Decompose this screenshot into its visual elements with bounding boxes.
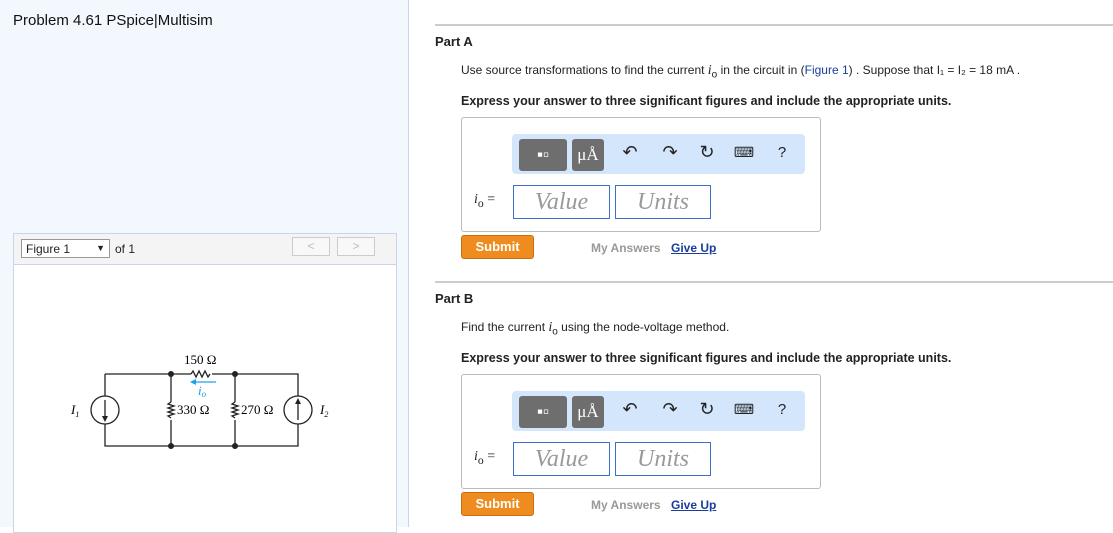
- keyboard-icon[interactable]: ⌨: [732, 144, 756, 161]
- units-input[interactable]: Units: [615, 185, 711, 219]
- label-150: 150 Ω: [184, 352, 216, 367]
- label-i1: I1: [70, 402, 79, 419]
- help-icon[interactable]: ?: [770, 401, 794, 418]
- give-up-link[interactable]: Give Up: [671, 498, 716, 512]
- math-toolbar: ▪▫ μÅ ↶ ↷ ↻ ⌨ ?: [512, 391, 805, 431]
- answer-label: io =: [474, 449, 496, 467]
- divider: [435, 24, 1113, 26]
- value-input[interactable]: Value: [513, 442, 610, 476]
- part-b-question: Find the current io using the node-volta…: [461, 320, 730, 338]
- help-icon[interactable]: ?: [770, 144, 794, 161]
- my-answers-link[interactable]: My Answers: [591, 241, 661, 255]
- label-270: 270 Ω: [241, 402, 273, 417]
- part-b-answer-box: ▪▫ μÅ ↶ ↷ ↻ ⌨ ? io = Value Units: [461, 374, 821, 489]
- reset-icon[interactable]: ↻: [695, 399, 719, 420]
- resistor-330: [165, 401, 177, 419]
- part-a-answer-box: ▪▫ μÅ ↶ ↷ ↻ ⌨ ? io = Value Units: [461, 117, 821, 232]
- reset-icon[interactable]: ↻: [695, 142, 719, 163]
- units-input[interactable]: Units: [615, 442, 711, 476]
- part-a-instructions: Express your answer to three significant…: [461, 94, 952, 108]
- redo-icon[interactable]: ↷: [658, 399, 682, 420]
- part-b-instructions: Express your answer to three significant…: [461, 351, 952, 365]
- part-a-heading: Part A: [435, 34, 473, 49]
- answer-label: io =: [474, 192, 496, 210]
- submit-button[interactable]: Submit: [461, 235, 534, 259]
- keyboard-icon[interactable]: ⌨: [732, 401, 756, 418]
- units-button[interactable]: μÅ: [572, 139, 604, 171]
- label-330: 330 Ω: [177, 402, 209, 417]
- templates-icon[interactable]: ▪▫: [519, 139, 567, 171]
- divider: [435, 281, 1113, 283]
- circuit-diagram: 150 Ω 330 Ω 270 Ω io I1 I2: [70, 352, 328, 449]
- figure-link[interactable]: Figure 1: [805, 63, 849, 77]
- templates-icon[interactable]: ▪▫: [519, 396, 567, 428]
- give-up-link[interactable]: Give Up: [671, 241, 716, 255]
- math-toolbar: ▪▫ μÅ ↶ ↷ ↻ ⌨ ?: [512, 134, 805, 174]
- io-arrow-icon: [190, 379, 196, 385]
- resistor-270: [229, 401, 241, 419]
- redo-icon[interactable]: ↷: [658, 142, 682, 163]
- units-button[interactable]: μÅ: [572, 396, 604, 428]
- part-a-question: Use source transformations to find the c…: [461, 63, 1021, 81]
- undo-icon[interactable]: ↶: [618, 142, 642, 163]
- value-input[interactable]: Value: [513, 185, 610, 219]
- part-b-heading: Part B: [435, 291, 474, 306]
- resistor-150: [190, 369, 211, 379]
- my-answers-link[interactable]: My Answers: [591, 498, 661, 512]
- undo-icon[interactable]: ↶: [618, 399, 642, 420]
- submit-button[interactable]: Submit: [461, 492, 534, 516]
- label-io: io: [198, 383, 207, 399]
- label-i2: I2: [319, 402, 328, 419]
